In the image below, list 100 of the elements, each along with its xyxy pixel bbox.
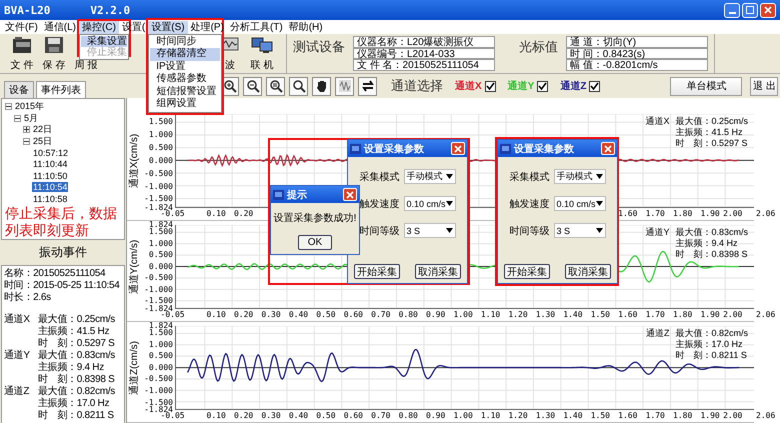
event-info: 时 刻：0.8211 S	[38, 410, 114, 422]
toolbar-button[interactable]: 文 件	[6, 34, 38, 73]
zoom-out-icon	[246, 79, 260, 93]
tick-label: -1.500	[144, 398, 173, 406]
tree-item[interactable]: 5月	[23, 112, 40, 125]
field-label: 时间等级	[510, 224, 550, 238]
start-button[interactable]: 开始采集	[504, 264, 550, 279]
checkbox[interactable]	[537, 80, 548, 92]
tick-label: -0.05	[160, 310, 185, 319]
tick-label: 1.20	[508, 310, 528, 319]
tab[interactable]: 设备	[4, 81, 34, 98]
tree-item[interactable]: 11:10:50	[32, 170, 68, 181]
close-button[interactable]	[601, 142, 615, 155]
menu-item[interactable]: 传感器参数	[150, 73, 220, 86]
expand-icon[interactable]	[23, 126, 30, 134]
event-info: 时 刻：0.8398 S	[38, 374, 114, 386]
menu-item[interactable]: 通信(L)	[40, 20, 80, 34]
menu-item[interactable]: 帮助(H)	[286, 20, 326, 34]
ok-button[interactable]: OK	[298, 235, 332, 250]
dropdown-field[interactable]: 3 S	[404, 223, 456, 238]
channel-select-label: 通道选择	[391, 77, 443, 95]
toolbar-button[interactable]: 周 报	[70, 56, 102, 73]
start-button[interactable]: 开始采集	[354, 264, 400, 279]
tick-label: 1.70	[646, 210, 665, 218]
dropdown-field[interactable]: 手动模式	[554, 169, 606, 184]
close-button[interactable]	[760, 2, 776, 18]
tick-label: 0.30	[261, 310, 281, 319]
cancel-button[interactable]: 取消采集	[565, 264, 611, 279]
mode-button[interactable]: 单台模式	[670, 76, 742, 96]
tick-label: 1.10	[480, 310, 500, 319]
tree-item[interactable]: 11:10:58	[32, 194, 68, 204]
toolbar-button[interactable]: 联 机	[246, 34, 278, 73]
tab[interactable]: 事件列表	[36, 81, 86, 98]
menu-item[interactable]: 分析工具(T)	[226, 20, 286, 34]
menu-item[interactable]: 设置(S)	[148, 20, 188, 34]
dropdown-field[interactable]: 手动模式	[404, 169, 456, 184]
toolbar-button[interactable]: 保 存	[38, 34, 70, 73]
stat-text: 主振频：9.4 Hz	[675, 238, 738, 249]
tree-item[interactable]: 11:10:54	[32, 182, 68, 192]
event-info: 最大值：0.25cm/s	[38, 314, 115, 326]
dropdown-field[interactable]: 3 S	[554, 223, 606, 238]
event-info: 最大值：0.83cm/s	[38, 350, 115, 362]
tick-label: 1.500	[148, 118, 173, 126]
tree-item[interactable]: 10:57:12	[32, 148, 70, 158]
version-label: V2.2.0	[90, 4, 130, 16]
tick-label: -0.05	[160, 210, 185, 218]
section-title: 振动事件	[38, 244, 88, 261]
tree-item[interactable]: 25日	[32, 134, 54, 148]
exit-button[interactable]: 退 出	[750, 76, 778, 96]
cancel-button[interactable]: 取消采集	[415, 264, 461, 279]
dropdown-field[interactable]: 0.10 cm/s	[554, 196, 606, 211]
group-title: 测试设备	[293, 38, 345, 56]
field-label: 触发速度	[360, 198, 400, 210]
stat-text: 主振频：41.5 Hz	[675, 127, 744, 138]
checkbox[interactable]	[589, 80, 600, 92]
collapse-icon[interactable]	[5, 103, 12, 110]
tick-label: 1.00	[454, 412, 473, 420]
menu-item[interactable]: 组网设置	[150, 98, 220, 110]
folder-icon	[12, 36, 32, 54]
field-label: 触发速度	[510, 198, 550, 210]
dialog-title: 设置采集参数	[514, 142, 574, 156]
dialog-title: 设置采集参数	[364, 142, 424, 156]
menu-item[interactable]: 操控(C)	[79, 20, 119, 34]
close-button[interactable]	[343, 188, 357, 201]
tree-item[interactable]: 22日	[32, 123, 54, 136]
menu-item[interactable]: 短信报警设置	[150, 86, 220, 98]
dropdown-field[interactable]: 0.10 cm/s	[404, 196, 456, 211]
tree-item[interactable]: 2015年	[14, 100, 46, 114]
tick-label: 1.50	[590, 412, 610, 420]
tick-label: -1.500	[144, 297, 173, 306]
collapse-icon[interactable]	[14, 114, 21, 122]
stat-text: 时 刻：0.8211 S	[675, 350, 748, 361]
event-info: 主振频：9.4 Hz	[38, 362, 104, 374]
tick-label: 1.30	[536, 412, 556, 420]
tick-label: 0.000	[148, 262, 173, 271]
tick-label: 0.90	[426, 310, 446, 319]
axis-title: 通道Z(cm/s)	[128, 340, 141, 395]
tick-label: 0.40	[288, 412, 308, 420]
event-info: 主振频：17.0 Hz	[38, 398, 110, 410]
event-info: 主振频：41.5 Hz	[38, 326, 110, 338]
tick-label: 0.10	[206, 310, 226, 319]
message-text: 设置采集参数成功!	[274, 212, 356, 225]
minimize-button[interactable]	[724, 2, 740, 18]
tick-label: 1.000	[148, 240, 173, 248]
tick-label: 1.000	[148, 340, 173, 349]
collapse-icon[interactable]	[23, 138, 30, 145]
maximize-button[interactable]	[742, 2, 758, 18]
info-field: 仪器编号：L2014-033	[353, 48, 495, 59]
menu-item[interactable]: 采集设置	[81, 36, 128, 46]
menu-item[interactable]: 文件(F)	[2, 20, 41, 34]
tree-item[interactable]: 11:10:44	[32, 159, 68, 170]
event-info: 最大值：0.82cm/s	[38, 386, 115, 398]
menu-item[interactable]: 存储器清空	[150, 48, 220, 60]
info-field: 幅 值：-0.8201cm/s	[566, 59, 708, 70]
tick-label: -1.500	[144, 195, 173, 204]
checkbox[interactable]	[484, 80, 496, 92]
tick-label: 0.60	[344, 412, 363, 420]
tick-label: 0.70	[371, 310, 390, 319]
tick-label: 1.00	[454, 310, 473, 319]
close-button[interactable]	[451, 142, 465, 155]
